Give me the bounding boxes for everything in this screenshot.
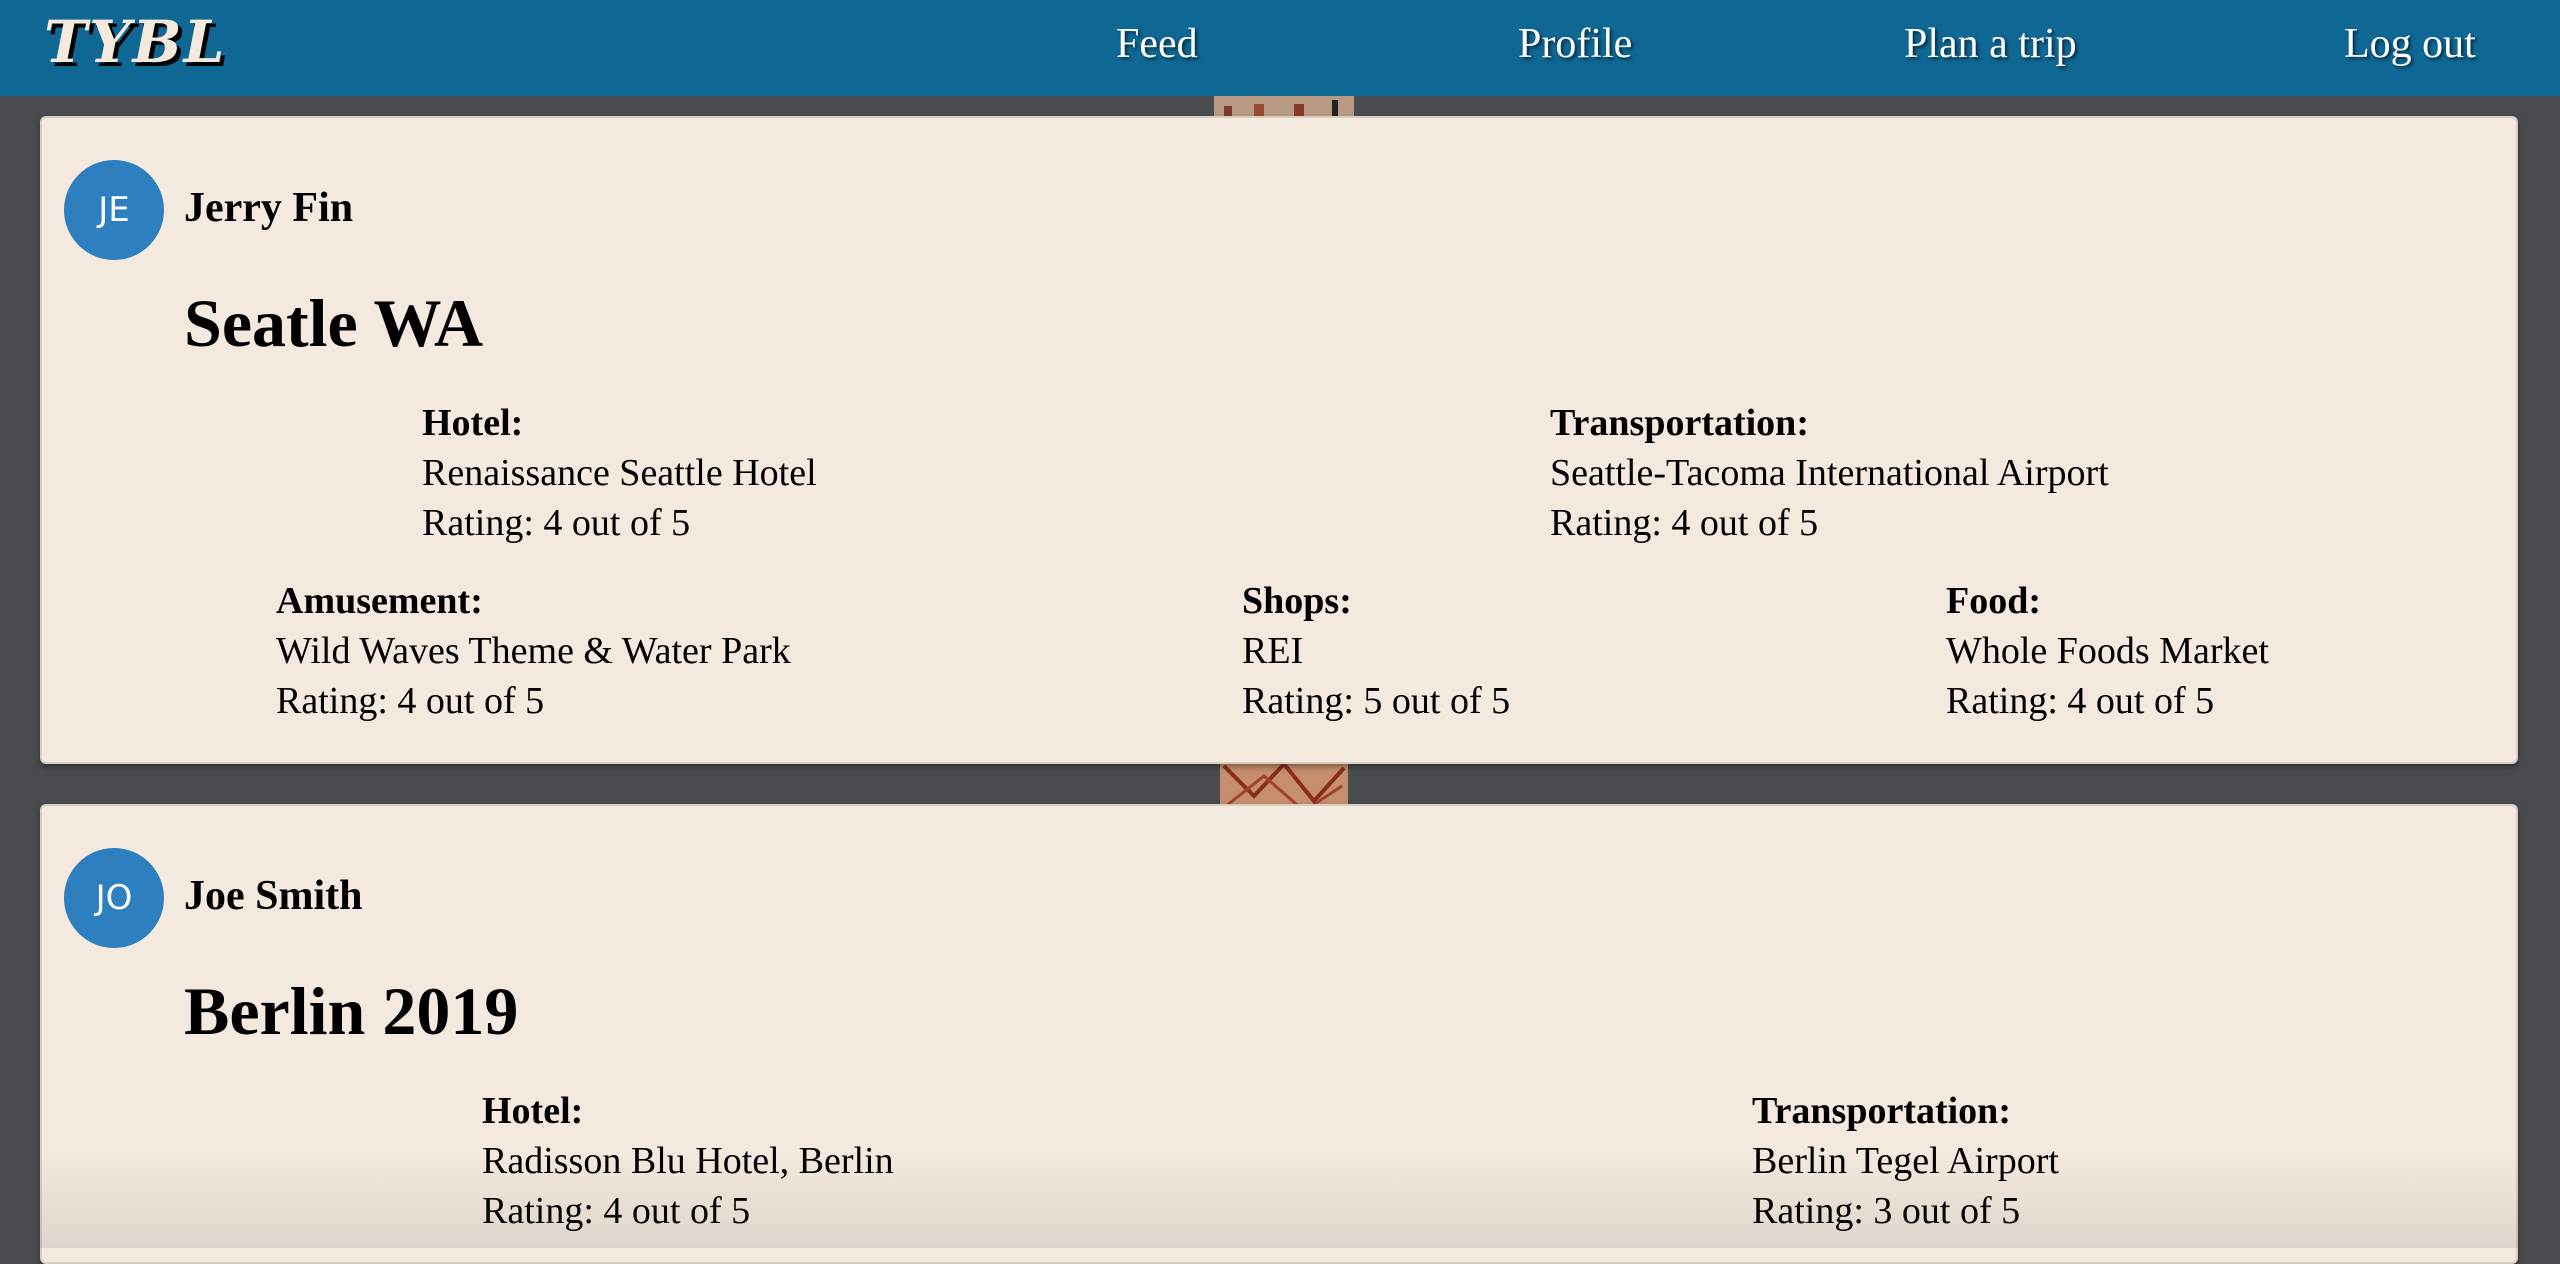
post-author: Joe Smith [184, 873, 363, 919]
transportation-rating: Rating: 4 out of 5 [1550, 502, 1819, 544]
transportation-name: Seattle-Tacoma International Airport [1550, 452, 2109, 494]
transportation-section: Transportation: Seattle-Tacoma Internati… [1550, 398, 2109, 548]
food-section: Food: Whole Foods Market Rating: 4 out o… [1946, 576, 2269, 726]
amusement-rating: Rating: 4 out of 5 [276, 680, 545, 722]
hotel-rating: Rating: 4 out of 5 [482, 1190, 751, 1232]
amusement-label: Amusement: [276, 580, 483, 622]
transportation-rating: Rating: 3 out of 5 [1752, 1190, 2021, 1232]
food-label: Food: [1946, 580, 2041, 622]
hotel-name: Radisson Blu Hotel, Berlin [482, 1140, 894, 1182]
amusement-name: Wild Waves Theme & Water Park [276, 630, 791, 672]
transportation-name: Berlin Tegel Airport [1752, 1140, 2059, 1182]
trip-post-card: JE Jerry Fin Seatle WA Hotel: Renaissanc… [40, 116, 2518, 764]
amusement-section: Amusement: Wild Waves Theme & Water Park… [276, 576, 791, 726]
trip-post-card: JO Joe Smith Berlin 2019 Hotel: Radisson… [40, 804, 2518, 1264]
transportation-label: Transportation: [1752, 1090, 2011, 1132]
avatar: JO [64, 848, 164, 948]
hotel-section: Hotel: Radisson Blu Hotel, Berlin Rating… [482, 1086, 894, 1236]
hotel-label: Hotel: [482, 1090, 584, 1132]
hotel-label: Hotel: [422, 402, 524, 444]
shops-rating: Rating: 5 out of 5 [1242, 680, 1511, 722]
food-name: Whole Foods Market [1946, 630, 2269, 672]
nav-link-feed[interactable]: Feed [1116, 20, 1198, 68]
post-author: Jerry Fin [184, 185, 354, 231]
transportation-section: Transportation: Berlin Tegel Airport Rat… [1752, 1086, 2059, 1236]
hotel-section: Hotel: Renaissance Seattle Hotel Rating:… [422, 398, 817, 548]
site-logo[interactable]: TYBL [44, 8, 226, 76]
trip-title: Berlin 2019 [184, 973, 519, 1049]
top-navbar: TYBL Feed Profile Plan a trip Log out [0, 0, 2560, 96]
nav-link-profile[interactable]: Profile [1518, 20, 1632, 68]
food-rating: Rating: 4 out of 5 [1946, 680, 2215, 722]
shops-name: REI [1242, 630, 1304, 672]
shops-section: Shops: REI Rating: 5 out of 5 [1242, 576, 1510, 726]
transportation-label: Transportation: [1550, 402, 1809, 444]
nav-link-logout[interactable]: Log out [2344, 20, 2476, 68]
avatar: JE [64, 160, 164, 260]
trip-title: Seatle WA [184, 285, 484, 361]
hotel-name: Renaissance Seattle Hotel [422, 452, 817, 494]
nav-link-plan-trip[interactable]: Plan a trip [1904, 20, 2077, 68]
shops-label: Shops: [1242, 580, 1352, 622]
hotel-rating: Rating: 4 out of 5 [422, 502, 691, 544]
